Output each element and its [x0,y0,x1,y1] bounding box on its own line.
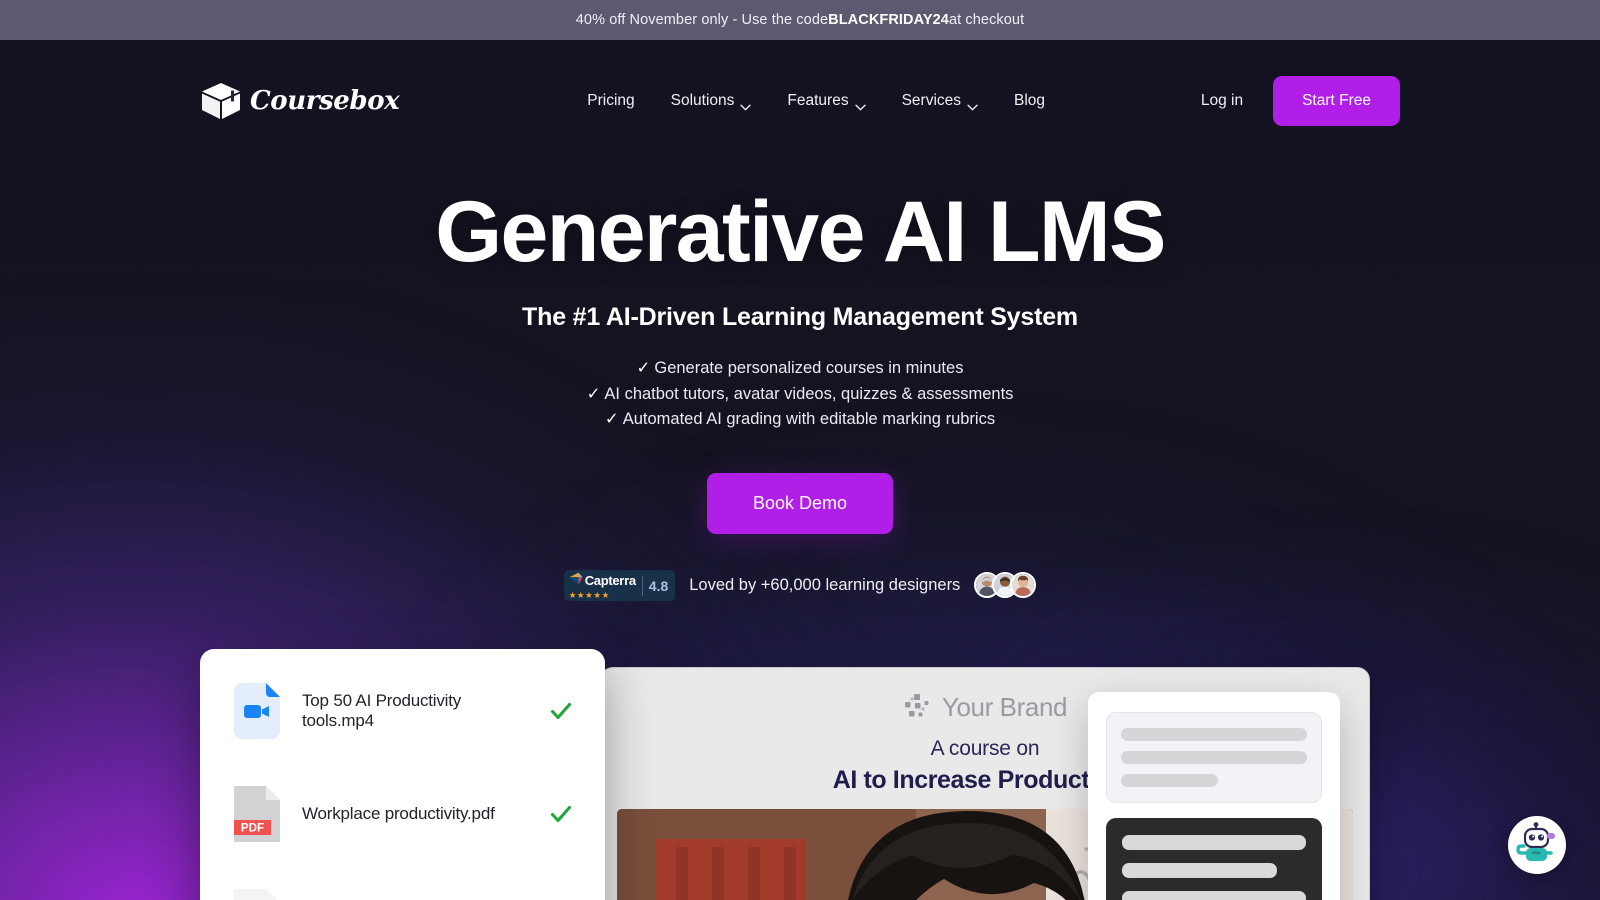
nav-item-blog[interactable]: Blog [1014,92,1045,110]
nav-label: Solutions [670,92,735,109]
capterra-rating-badge[interactable]: Capterra ★★★★★ 4.8 [563,569,676,601]
divider [641,575,643,596]
page-title: Generative AI LMS [435,184,1166,280]
check-icon: ✓ [586,384,601,403]
login-link[interactable]: Log in [1201,92,1243,110]
file-name: Workplace productivity.pdf [302,803,495,823]
check-icon [549,802,573,826]
nav-label: Services [901,92,962,109]
brand-name: Your Brand [941,691,1068,722]
brand-logo-icon [903,692,933,722]
file-name: Top 50 AI Productivity tools.mp4 [302,690,462,730]
nav-item-services[interactable]: Services [901,92,978,111]
hero-section: Generative AI LMS The #1 AI-Driven Learn… [0,162,1600,601]
chat-bubble-outgoing [1106,817,1322,900]
skeleton-line [1121,750,1307,764]
skeleton-line [1121,727,1307,741]
star-rating-icon: ★★★★★ [568,589,610,600]
capterra-name: Capterra [584,573,636,589]
avatar-group [974,572,1037,599]
chevron-down-icon [854,98,866,111]
skeleton-line [1122,834,1306,850]
nav-item-features[interactable]: Features [787,92,866,111]
file-icon [234,888,280,900]
list-item-partial[interactable] [234,888,581,900]
svg-text:PDF: PDF [241,822,264,835]
list-item[interactable]: Top 50 AI Productivity tools.mp4 [234,682,581,739]
announcement-bar[interactable]: 40% off November only - Use the code BLA… [0,0,1600,40]
social-proof-text: Loved by +60,000 learning designers [689,575,961,594]
check-icon: ✓ [636,359,651,378]
hero-subheadline: The #1 AI-Driven Learning Management Sys… [522,303,1078,332]
book-demo-button[interactable]: Book Demo [706,472,894,534]
chat-bubble-incoming [1106,711,1322,803]
product-showcase: Top 50 AI Productivity tools.mp4 PDF Wor… [0,645,1600,900]
check-icon [549,699,573,723]
uploaded-files-card: Top 50 AI Productivity tools.mp4 PDF Wor… [200,648,605,900]
nav-label: Blog [1014,92,1046,109]
nav-label: Features [787,92,849,109]
skeleton-line [1122,890,1306,900]
announcement-suffix: at checkout [948,12,1025,28]
bullet-text: Generate personalized courses in minutes [654,359,964,378]
skeleton-line [1122,862,1277,878]
skeleton-line [1121,773,1218,787]
nav-item-solutions[interactable]: Solutions [670,92,752,111]
main-navigation: Pricing Solutions Features Services Blog [587,92,1045,111]
pdf-file-icon: PDF [234,785,280,842]
cube-icon [200,81,242,121]
capterra-brand-block: Capterra ★★★★★ [569,572,636,600]
chevron-down-icon [740,98,752,111]
hero-benefit-list: ✓ Generate personalized courses in minute… [0,356,1600,433]
social-proof: Capterra ★★★★★ 4.8 Loved by +60,000 lear… [0,569,1600,601]
capterra-brand: Capterra [569,572,636,590]
nav-label: Pricing [587,92,635,109]
bullet-text: Automated AI grading with editable marki… [622,410,996,429]
announcement-prefix: 40% off November only - Use the code [575,12,829,28]
list-item: ✓ Automated AI grading with editable mark… [0,407,1600,433]
site-header: Coursebox Pricing Solutions Features Ser… [0,40,1600,162]
robot-icon [1514,820,1560,871]
promo-code: BLACKFRIDAY24 [828,12,949,28]
capterra-flag-icon [569,572,583,590]
list-item: ✓ Generate personalized courses in minute… [0,356,1600,382]
chatbot-launcher-button[interactable] [1508,816,1566,874]
avatar [1010,572,1037,599]
logo-wordmark: Coursebox [250,86,400,116]
rating-score: 4.8 [648,577,669,594]
list-item[interactable]: PDF Workplace productivity.pdf [234,785,581,842]
bullet-text: AI chatbot tutors, avatar videos, quizze… [604,384,1014,403]
logo-coursebox[interactable]: Coursebox [200,81,400,121]
nav-item-pricing[interactable]: Pricing [587,92,634,110]
list-item: ✓ AI chatbot tutors, avatar videos, quizz… [0,382,1600,408]
header-actions: Log in Start Free [1201,76,1400,126]
check-icon: ✓ [604,410,619,429]
start-free-button[interactable]: Start Free [1273,76,1400,126]
chevron-down-icon [967,98,978,111]
video-file-icon [234,682,280,739]
chat-preview-panel [1088,691,1340,900]
